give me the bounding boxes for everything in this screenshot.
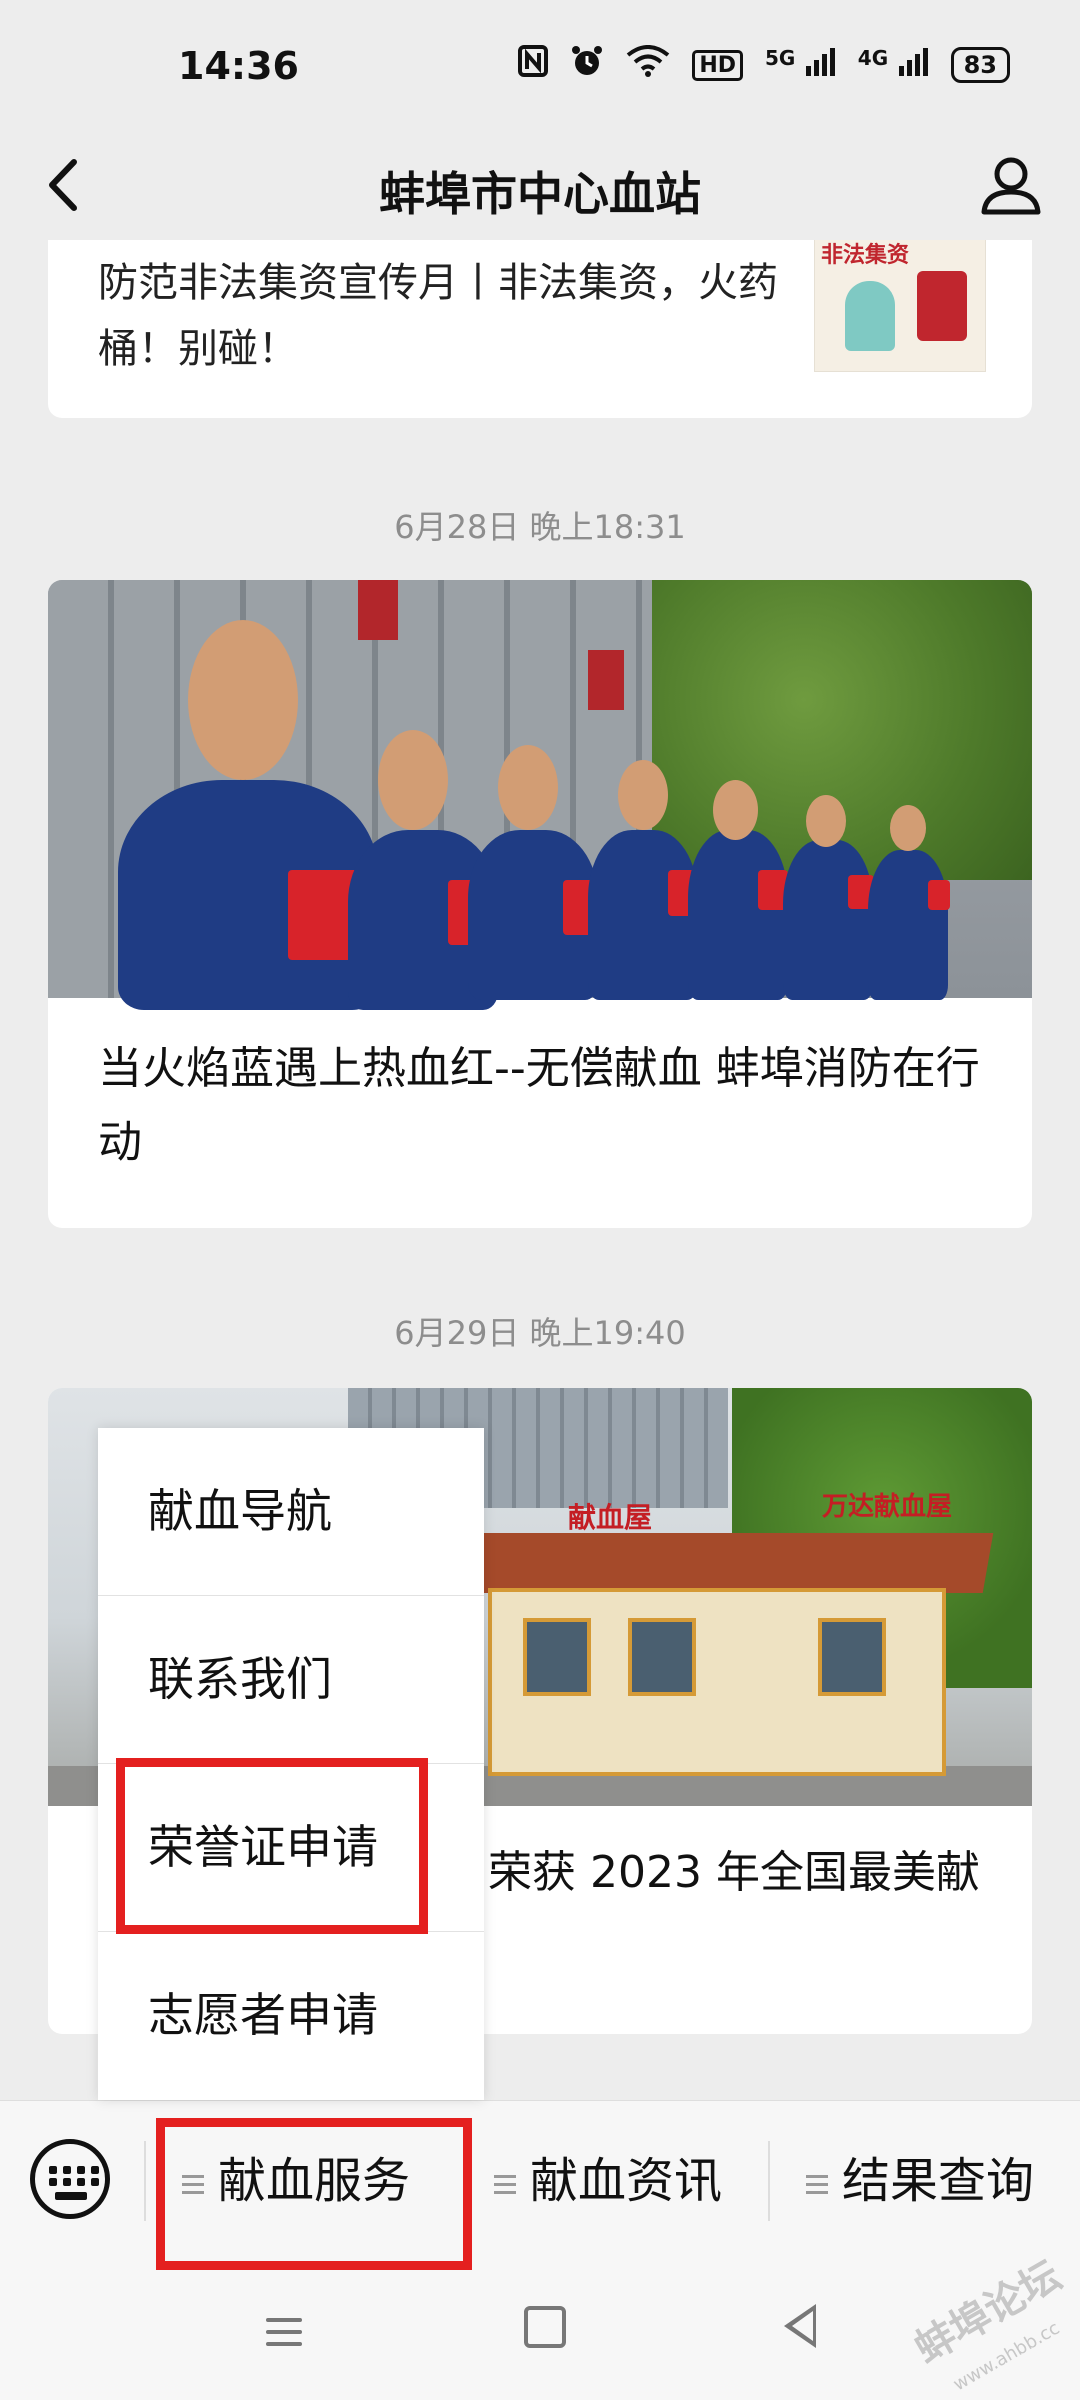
image-face bbox=[378, 730, 448, 830]
menu-item-volunteer[interactable]: 志愿者申请 bbox=[98, 1932, 484, 2099]
timestamp: 6月28日 晚上18:31 bbox=[394, 508, 686, 546]
page-title: 蚌埠市中心血站 bbox=[379, 167, 701, 221]
highlight-box bbox=[116, 1758, 428, 1934]
image-roof bbox=[472, 1533, 994, 1593]
article-caption: 防范非法集资宣传月丨非法集资，火药桶！别碰！ bbox=[98, 260, 778, 372]
image-detail bbox=[588, 650, 624, 710]
alarm-icon bbox=[570, 44, 604, 86]
status-bar: 14:36 HD 5G 4G 83 bbox=[0, 0, 1080, 130]
menu-lines-icon bbox=[494, 2170, 516, 2199]
thumbnail-label: 非法集资 bbox=[821, 243, 910, 268]
article-thumbnail: 非法集资 bbox=[814, 240, 986, 372]
menu-item-contact[interactable]: 联系我们 bbox=[98, 1596, 484, 1763]
article-image bbox=[48, 580, 1032, 1010]
thumbnail-box bbox=[917, 271, 967, 341]
article-caption: 当火焰蓝遇上热血红--无偿献血 蚌埠消防在行动 bbox=[98, 1043, 980, 1168]
app-header: 蚌埠市中心血站 bbox=[0, 130, 1080, 240]
tab-label: 结果查询 bbox=[842, 2153, 1035, 2209]
person-icon[interactable] bbox=[976, 150, 1046, 220]
signal-5g-icon: 5G bbox=[765, 46, 836, 84]
menu-divider bbox=[144, 2141, 146, 2221]
article-caption: 荣获 2023 年全国最美献 bbox=[488, 1847, 980, 1898]
status-time: 14:36 bbox=[178, 44, 299, 88]
signal-4g-icon: 4G bbox=[858, 46, 929, 84]
image-window bbox=[818, 1618, 886, 1696]
image-person bbox=[868, 850, 948, 1000]
home-icon[interactable] bbox=[524, 2306, 566, 2348]
image-window bbox=[628, 1618, 696, 1696]
network-4g-label: 4G bbox=[857, 46, 889, 70]
image-detail bbox=[358, 580, 398, 640]
image-person bbox=[783, 840, 873, 1000]
article-card[interactable]: 当火焰蓝遇上热血红--无偿献血 蚌埠消防在行动 bbox=[48, 580, 1032, 1228]
image-sign: 万达献血屋 bbox=[821, 1492, 952, 1522]
image-face bbox=[618, 760, 668, 830]
image-person bbox=[688, 830, 788, 1000]
tab-result-query[interactable]: 结果查询 bbox=[806, 2101, 1034, 2261]
highlight-box bbox=[156, 2118, 472, 2270]
article-card[interactable]: 防范非法集资宣传月丨非法集资，火药桶！别碰！ 非法集资 bbox=[48, 240, 1032, 418]
image-face bbox=[713, 780, 758, 840]
timestamp: 6月29日 晚上19:40 bbox=[394, 1314, 686, 1352]
thumbnail-figure bbox=[845, 281, 895, 351]
menu-divider bbox=[768, 2141, 770, 2221]
image-face bbox=[188, 620, 298, 780]
image-certificate bbox=[928, 880, 950, 910]
menu-lines-icon bbox=[806, 2170, 828, 2199]
recent-apps-icon[interactable] bbox=[266, 2310, 302, 2354]
nfc-icon bbox=[518, 45, 549, 85]
tab-donation-news[interactable]: 献血资讯 bbox=[494, 2101, 722, 2261]
image-window bbox=[523, 1618, 591, 1696]
wifi-icon bbox=[626, 45, 670, 85]
network-5g-label: 5G bbox=[765, 46, 796, 70]
menu-item-navigation[interactable]: 献血导航 bbox=[98, 1428, 484, 1595]
hd-icon: HD bbox=[692, 49, 743, 81]
status-icons: HD 5G 4G 83 bbox=[518, 44, 1010, 86]
image-face bbox=[890, 805, 926, 851]
image-face bbox=[498, 745, 558, 830]
battery-icon: 83 bbox=[950, 47, 1010, 83]
keyboard-icon[interactable] bbox=[30, 2139, 110, 2219]
back-triangle-inner bbox=[792, 2311, 813, 2341]
image-sign: 献血屋 bbox=[568, 1501, 653, 1534]
image-face bbox=[806, 795, 846, 847]
tab-label: 献血资讯 bbox=[530, 2153, 723, 2209]
